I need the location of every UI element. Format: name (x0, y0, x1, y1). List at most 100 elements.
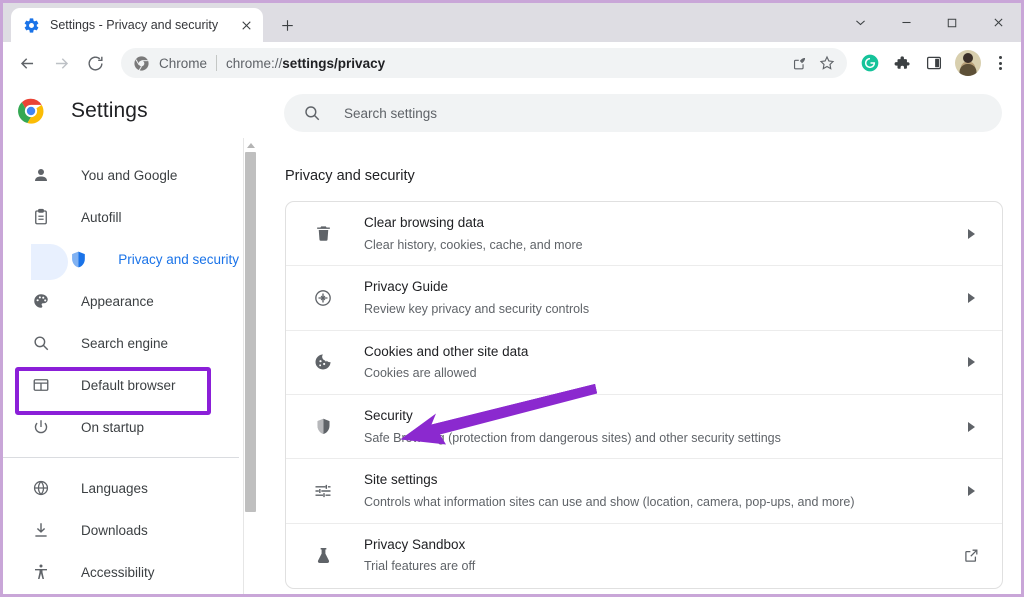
window-controls (837, 3, 1021, 42)
row-text: Site settings Controls what information … (364, 470, 960, 511)
trash-icon (312, 223, 334, 245)
sidebar-item-autofill[interactable]: Autofill (3, 196, 239, 238)
chrome-icon (133, 55, 150, 72)
magnifier-icon (31, 333, 51, 353)
row-text: Clear browsing data Clear history, cooki… (364, 213, 960, 254)
row-title: Clear browsing data (364, 215, 485, 230)
avatar[interactable] (955, 50, 981, 76)
chevron-down-icon[interactable] (837, 7, 883, 39)
row-subtitle: Clear history, cookies, cache, and more (364, 237, 583, 252)
chevron-right-icon[interactable] (960, 228, 982, 239)
sidebar-item-label: Search engine (81, 335, 169, 351)
address-bar[interactable]: Chrome chrome://settings/privacy (121, 48, 847, 78)
sidebar-item-downloads[interactable]: Downloads (3, 509, 239, 551)
row-subtitle: Review key privacy and security controls (364, 301, 590, 316)
sidebar-item-label: Privacy and security (118, 251, 239, 267)
flask-icon (312, 545, 334, 567)
sidebar-item-label: Autofill (81, 209, 122, 225)
settings-row-cookies[interactable]: Cookies and other site data Cookies are … (286, 331, 1002, 395)
url-text: chrome://settings/privacy (226, 56, 385, 71)
sidebar-divider (3, 457, 239, 458)
download-icon (31, 520, 51, 540)
forward-button[interactable] (45, 47, 77, 79)
row-title: Privacy Guide (364, 279, 449, 295)
sidebar-scrollbar[interactable] (243, 138, 258, 594)
sidebar-item-label: Appearance (81, 293, 154, 309)
three-dot-menu-icon[interactable] (987, 56, 1013, 70)
chrome-logo-icon (17, 97, 45, 125)
cookie-icon (312, 351, 334, 373)
settings-row-clear-browsing-data[interactable]: Clear browsing data Clear history, cooki… (286, 202, 1002, 267)
sidebar-item-label: On startup (81, 419, 145, 435)
sliders-icon (312, 480, 334, 502)
clipboard-icon (31, 207, 51, 227)
settings-main-panel: Privacy and security Clear browsing data… (259, 138, 1021, 594)
power-icon (31, 417, 51, 437)
sidebar-item-label: Languages (81, 480, 148, 496)
sidebar-item-default-browser[interactable]: Default browser (3, 364, 239, 406)
settings-row-privacy-sandbox[interactable]: Privacy Sandbox Trial features are off (286, 524, 1002, 588)
row-title: Cookies and other site data (364, 343, 529, 359)
new-tab-button[interactable] (273, 11, 301, 39)
row-subtitle: Safe Browsing (protection from dangerous… (364, 430, 781, 445)
row-text: Privacy Guide Review key privacy and sec… (364, 277, 960, 318)
tab-title: Settings - Privacy and security (50, 18, 219, 32)
sidebar-item-label: You and Google (81, 167, 178, 183)
row-title: Privacy Sandbox (364, 536, 466, 552)
sidebar-item-search-engine[interactable]: Search engine (3, 322, 239, 364)
browser-window: Settings - Privacy and security Chrome c… (0, 0, 1024, 597)
globe-icon (31, 478, 51, 498)
shield-icon (312, 416, 334, 438)
settings-header: Settings (3, 84, 1021, 138)
page-title: Settings (71, 99, 148, 122)
row-title: Security (364, 407, 413, 423)
search-input[interactable] (344, 105, 744, 121)
settings-row-security[interactable]: Security Safe Browsing (protection from … (286, 395, 1002, 460)
palette-icon (31, 291, 51, 311)
grammarly-extension-icon[interactable] (855, 48, 885, 78)
external-link-icon[interactable] (960, 547, 982, 564)
close-icon[interactable] (975, 7, 1021, 39)
omnibox-divider (216, 55, 218, 71)
puzzle-piece-icon[interactable] (887, 48, 917, 78)
row-title: Site settings (364, 472, 438, 488)
chevron-right-icon[interactable] (960, 421, 982, 432)
shield-icon (68, 249, 88, 269)
settings-row-privacy-guide[interactable]: Privacy Guide Review key privacy and sec… (286, 266, 1002, 331)
url-path: settings/privacy (282, 55, 386, 71)
row-text: Security Safe Browsing (protection from … (364, 406, 960, 447)
side-panel-icon[interactable] (919, 48, 949, 78)
sidebar-item-on-startup[interactable]: On startup (3, 406, 239, 448)
chevron-right-icon[interactable] (960, 485, 982, 496)
scroll-up-arrow-icon[interactable] (243, 138, 258, 152)
sidebar-item-appearance[interactable]: Appearance (3, 280, 239, 322)
sidebar-item-you-and-google[interactable]: You and Google (3, 154, 239, 196)
content-area: You and Google Autofill Privacy and secu… (3, 138, 1021, 594)
scrollbar-divider (243, 138, 244, 594)
browser-tab[interactable]: Settings - Privacy and security (11, 8, 263, 42)
browser-toolbar: Chrome chrome://settings/privacy (3, 42, 1021, 84)
settings-row-site-settings[interactable]: Site settings Controls what information … (286, 459, 1002, 524)
close-icon[interactable] (237, 16, 255, 34)
reload-button[interactable] (79, 47, 111, 79)
search-settings-box[interactable] (284, 94, 1002, 132)
scrollbar-thumb[interactable] (245, 152, 256, 512)
browser-window-icon (31, 375, 51, 395)
sidebar-item-label: Accessibility (81, 564, 155, 580)
star-icon[interactable] (813, 49, 841, 77)
row-subtitle: Cookies are allowed (364, 366, 477, 381)
chevron-right-icon[interactable] (960, 357, 982, 368)
chevron-right-icon[interactable] (960, 292, 982, 303)
sidebar-item-accessibility[interactable]: Accessibility (3, 551, 239, 593)
maximize-icon[interactable] (929, 7, 975, 39)
sidebar-item-privacy-and-security[interactable]: Privacy and security (3, 238, 239, 280)
row-subtitle: Controls what information sites can use … (364, 494, 855, 509)
sidebar-item-languages[interactable]: Languages (3, 467, 239, 509)
search-icon (302, 103, 322, 123)
share-icon[interactable] (785, 49, 813, 77)
back-button[interactable] (11, 47, 43, 79)
sidebar-item-label: Downloads (81, 522, 148, 538)
minimize-icon[interactable] (883, 7, 929, 39)
privacy-guide-icon (312, 287, 334, 309)
site-label: Chrome (159, 55, 208, 71)
